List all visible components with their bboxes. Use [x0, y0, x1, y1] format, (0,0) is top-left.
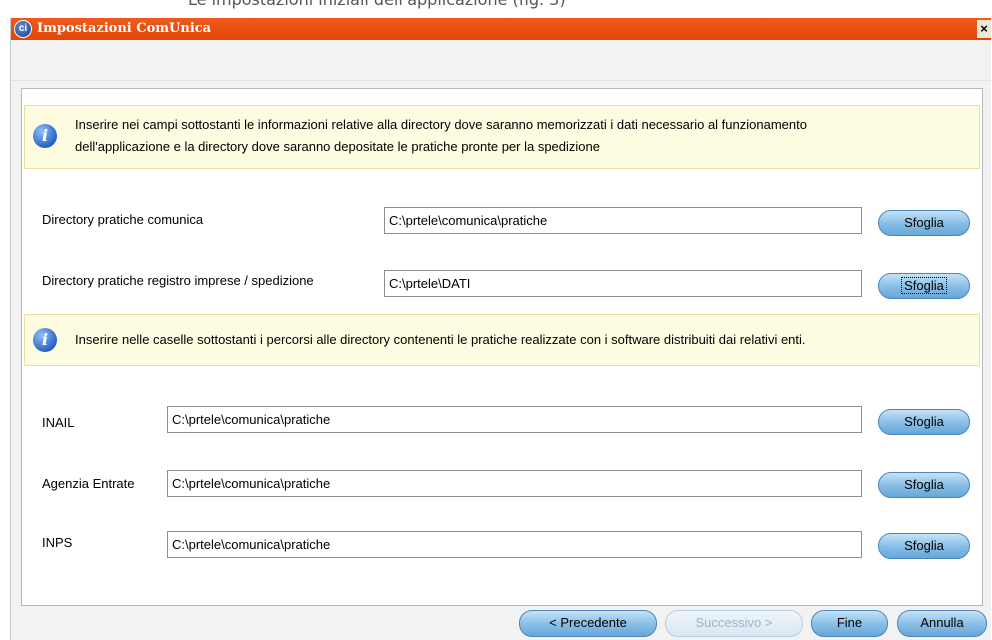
inps-path-field[interactable]: C:\prtele\comunica\pratiche	[167, 531, 862, 558]
directory-pratiche-comunica-label: Directory pratiche comunica	[42, 212, 204, 227]
info-text-entities: Inserire nelle caselle sottostanti i per…	[75, 332, 806, 347]
next-button[interactable]: Successivo >	[665, 610, 803, 637]
background-document-text: Le impostazioni iniziali dell'applicazio…	[188, 0, 566, 9]
browse-button-comunica[interactable]: Sfoglia	[878, 210, 970, 236]
browse-button-label: Sfoglia	[904, 538, 944, 553]
comunica-app-icon: ci	[14, 20, 32, 38]
browse-button-agenzia-entrate[interactable]: Sfoglia	[878, 472, 970, 498]
close-button[interactable]: ×	[977, 20, 991, 38]
info-box-entities: i Inserire nelle caselle sottostanti i p…	[24, 314, 980, 366]
title-bar: ci Impostazioni ComUnica ×	[11, 18, 991, 40]
agenzia-entrate-path-field[interactable]: C:\prtele\comunica\pratiche	[167, 470, 862, 497]
browse-button-label: Sfoglia	[901, 277, 947, 294]
info-box-directories: i Inserire nei campi sottostanti le info…	[24, 105, 980, 169]
directory-pratiche-comunica-field[interactable]: C:\prtele\comunica\pratiche	[384, 207, 862, 234]
info-icon: i	[33, 328, 57, 352]
agenzia-entrate-label: Agenzia Entrate	[42, 476, 135, 491]
window-title: Impostazioni ComUnica	[37, 21, 212, 36]
cancel-button[interactable]: Annulla	[897, 610, 987, 637]
directory-registro-imprese-field[interactable]: C:\prtele\DATI	[384, 270, 862, 297]
browse-button-label: Sfoglia	[904, 215, 944, 230]
info-text-line1: Inserire nei campi sottostanti le inform…	[75, 117, 807, 132]
info-icon: i	[33, 124, 57, 148]
background-document-strip: Le impostazioni iniziali dell'applicazio…	[0, 0, 992, 14]
settings-dialog: ci Impostazioni ComUnica × i Inserire ne…	[10, 18, 991, 640]
previous-button[interactable]: < Precedente	[519, 610, 657, 637]
settings-panel: i Inserire nei campi sottostanti le info…	[21, 88, 983, 606]
browse-button-registro-imprese[interactable]: Sfoglia	[878, 273, 970, 299]
inail-label: INAIL	[42, 415, 75, 430]
browse-button-inps[interactable]: Sfoglia	[878, 533, 970, 559]
inail-path-field[interactable]: C:\prtele\comunica\pratiche	[167, 406, 862, 433]
inps-label: INPS	[42, 535, 73, 550]
directory-registro-imprese-label: Directory pratiche registro imprese / sp…	[42, 273, 314, 288]
finish-button[interactable]: Fine	[811, 610, 888, 637]
browse-button-label: Sfoglia	[904, 414, 944, 429]
browse-button-inail[interactable]: Sfoglia	[878, 409, 970, 435]
browse-button-label: Sfoglia	[904, 477, 944, 492]
info-text-line2: dell'applicazione e la directory dove sa…	[75, 139, 600, 154]
dialog-header-area	[11, 40, 991, 81]
